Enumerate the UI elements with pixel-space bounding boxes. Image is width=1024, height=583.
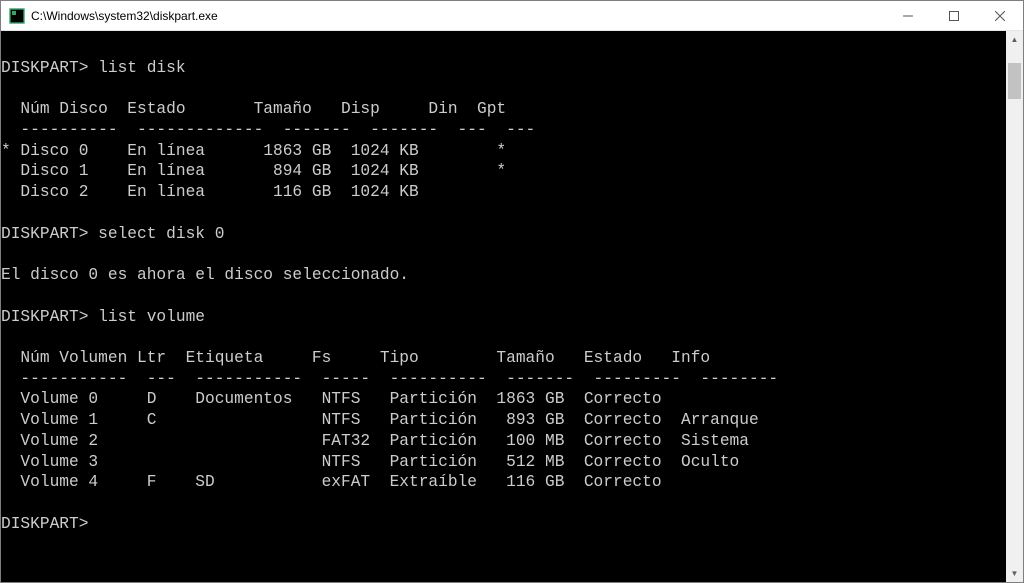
maximize-button[interactable] [931,1,977,30]
minimize-button[interactable] [885,1,931,30]
close-button[interactable] [977,1,1023,30]
window-title: C:\Windows\system32\diskpart.exe [31,9,885,23]
scrollbar[interactable]: ▲ ▼ [1006,31,1023,582]
app-icon [9,8,25,24]
scroll-thumb[interactable] [1008,63,1021,99]
diskpart-window: C:\Windows\system32\diskpart.exe DISKPAR… [0,0,1024,583]
scroll-up-icon[interactable]: ▲ [1006,31,1023,48]
titlebar[interactable]: C:\Windows\system32\diskpart.exe [1,1,1023,31]
window-controls [885,1,1023,30]
terminal-output[interactable]: DISKPART> list disk Núm Disco Estado Tam… [1,31,1006,582]
scroll-down-icon[interactable]: ▼ [1006,565,1023,582]
terminal-area: DISKPART> list disk Núm Disco Estado Tam… [1,31,1023,582]
